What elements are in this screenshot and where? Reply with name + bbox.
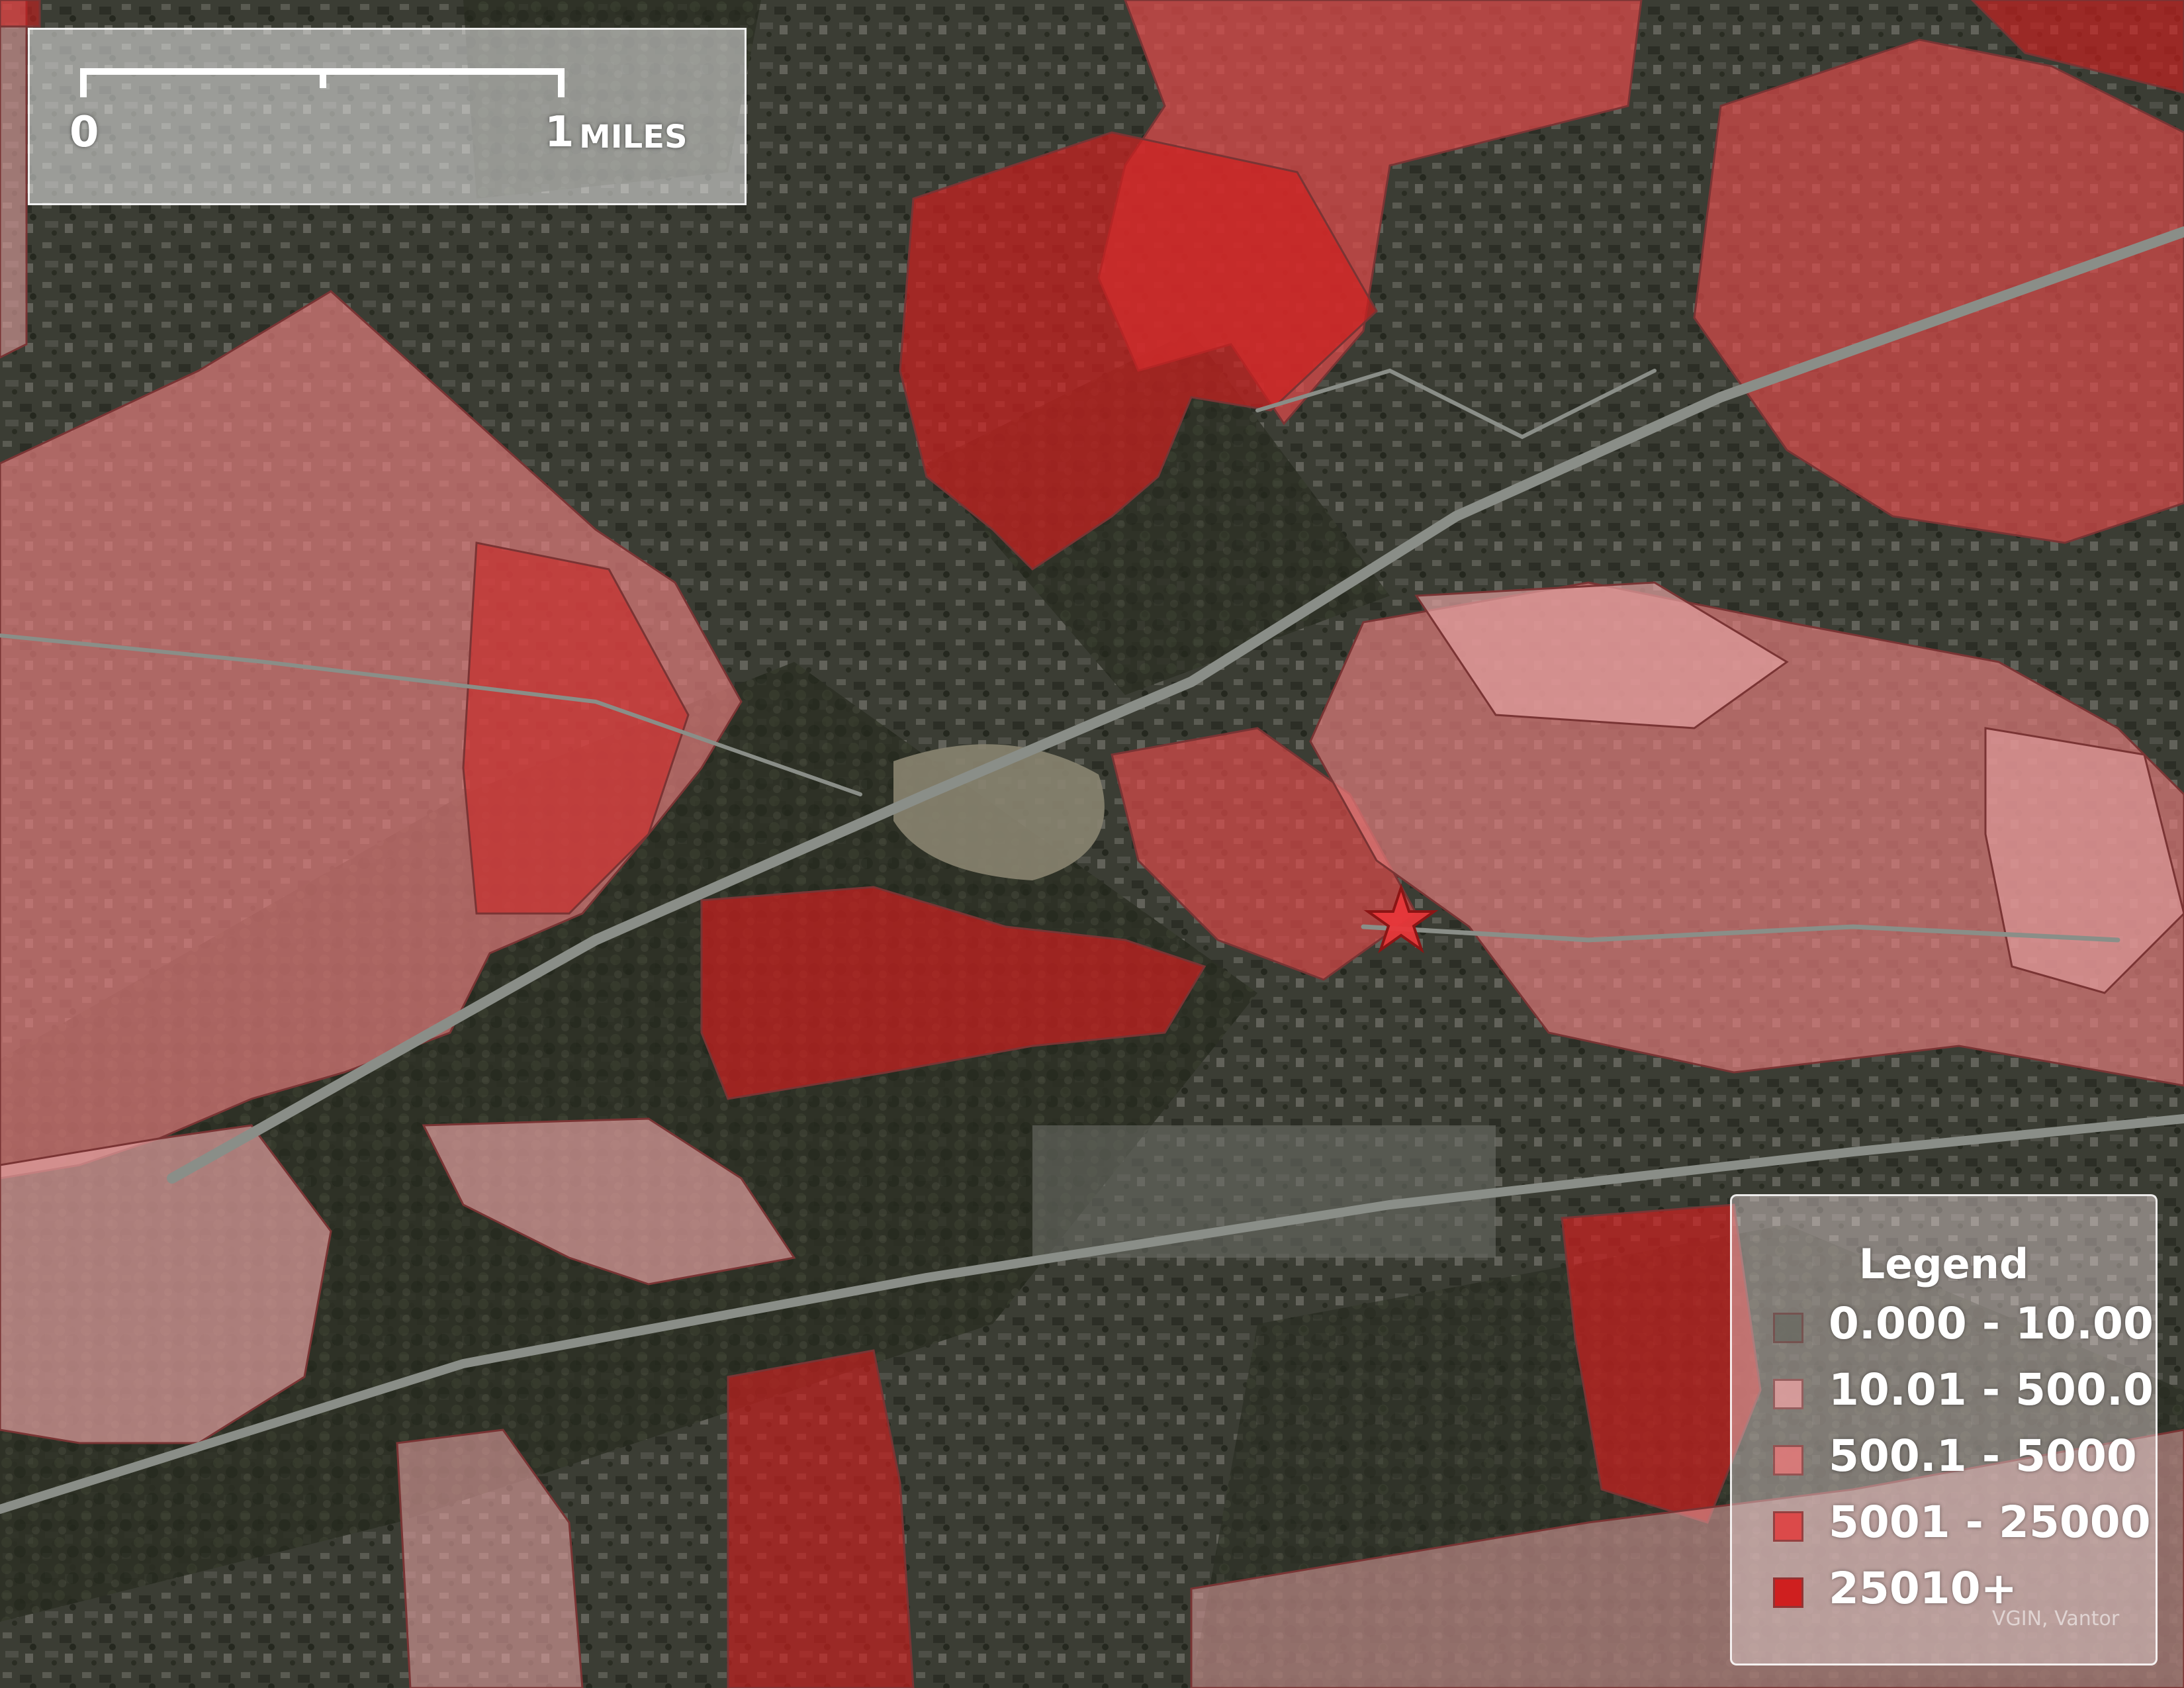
scale-bar: 0 1 MILES xyxy=(28,28,747,205)
scale-bar-start-label: 0 xyxy=(69,108,99,157)
scale-bar-tick-end xyxy=(558,68,565,97)
legend-label: 0.000 - 10.00 xyxy=(1829,1298,2154,1349)
legend-title: Legend xyxy=(1858,1240,2029,1288)
scale-bar-end-label: 1 xyxy=(545,108,574,157)
imagery-credit: VGIN, Vantor xyxy=(1992,1607,2120,1630)
legend-item: 500.1 - 5000 xyxy=(1773,1429,2144,1489)
scale-bar-tick-mid xyxy=(320,68,326,88)
legend-label: 25010+ xyxy=(1829,1563,2017,1614)
legend-swatch xyxy=(1773,1511,1803,1542)
census-block-northwest-edge xyxy=(0,0,28,359)
legend-swatch xyxy=(1773,1445,1803,1476)
scale-bar-unit-label: MILES xyxy=(579,118,688,156)
census-block-upper-left xyxy=(0,0,41,28)
map-legend: Legend 0.000 - 10.00 10.01 - 500.0 500.1… xyxy=(1730,1194,2158,1665)
legend-label: 10.01 - 500.0 xyxy=(1829,1364,2154,1415)
legend-swatch xyxy=(1773,1379,1803,1409)
legend-item: 10.01 - 500.0 xyxy=(1773,1363,2154,1423)
scale-bar-tick-start xyxy=(80,68,87,97)
legend-label: 500.1 - 5000 xyxy=(1829,1430,2137,1481)
legend-item: 0.000 - 10.00 xyxy=(1773,1297,2154,1356)
legend-label: 5001 - 25000 xyxy=(1829,1497,2151,1548)
legend-swatch xyxy=(1773,1577,1803,1608)
legend-swatch xyxy=(1773,1313,1803,1343)
legend-item: 5001 - 25000 xyxy=(1773,1495,2151,1555)
